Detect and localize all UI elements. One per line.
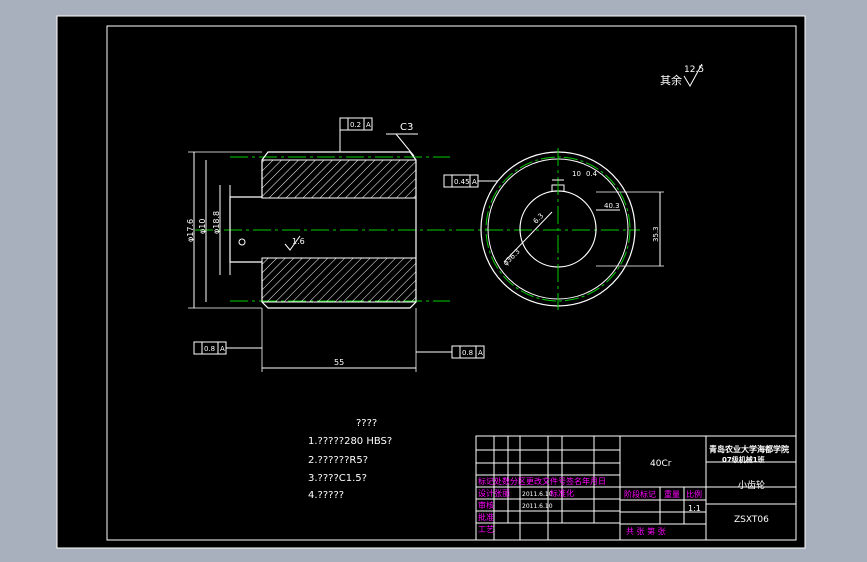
notes-line-4: 4.????? — [308, 490, 344, 501]
tb-row-label-3: 审核 — [478, 500, 494, 510]
drawing-sheet — [56, 15, 806, 549]
tb-scale: 1:1 — [688, 504, 701, 513]
tb-row-label-1: 标记处数分区更改文件号签名年月日 — [478, 476, 606, 486]
tb-stage: 阶段标记 — [624, 489, 656, 499]
keyway-depth-tol: 35.3 — [652, 226, 660, 242]
chamfer-label: C3 — [400, 122, 413, 133]
tolerance-br-value: 0.8 — [462, 349, 473, 357]
notes-line-2: 2.??????R5? — [308, 455, 368, 466]
tb-drawing-no: ZSXT06 — [734, 515, 769, 525]
keyway-width: 10 — [572, 170, 581, 178]
keyway-depth-radial: 40.3 — [604, 202, 620, 210]
tb-row-label-4: 工艺 — [478, 525, 494, 534]
tolerance-top-datum: A — [366, 121, 371, 129]
tb-dept: 07级机械1班 — [722, 455, 765, 464]
hatch-lower — [261, 257, 417, 303]
roughness-label: 其余 — [660, 73, 682, 87]
tb-row-label-2: 设计张丽 — [478, 488, 510, 498]
notes-line-1: 1.?????280 HBS? — [308, 436, 392, 447]
tb-check-date: 2011.6.10 — [522, 503, 553, 510]
dim-bore: φ10 — [198, 219, 207, 234]
tb-row-label-5: 批准 — [478, 512, 494, 522]
tolerance-bl-value: 0.8 — [204, 345, 215, 353]
tolerance-circle-datum: A — [472, 178, 477, 186]
tb-weight: 重量 — [664, 489, 680, 499]
keyway-tol: 0.4 — [586, 170, 598, 178]
tb-scale-label: 比例 — [686, 489, 702, 499]
tolerance-top-value: 0.2 — [350, 121, 361, 129]
tb-design-date: 2011.6.10 — [522, 491, 553, 498]
notes-heading: ???? — [356, 418, 377, 429]
tb-sheets: 共 张 第 张 — [626, 526, 666, 536]
hatch-upper — [261, 159, 417, 199]
cad-drawing-canvas: 其余 12.5 1.6 φ17.6 φ10 φ18.8 0.2 A C3 55 … — [56, 15, 806, 549]
tb-part-name: 小齿轮 — [738, 479, 765, 491]
notes-line-3: 3.????C1.5? — [308, 473, 367, 484]
tolerance-bl-datum: A — [220, 345, 225, 353]
tb-material: 40Cr — [650, 459, 672, 469]
dim-inner-recess: φ18.8 — [212, 211, 221, 234]
tb-school: 青岛农业大学海都学院 — [709, 444, 789, 454]
tolerance-br-datum: A — [478, 349, 483, 357]
dim-outer-diameter: φ17.6 — [186, 219, 195, 242]
tb-standard: 标准化 — [550, 488, 574, 498]
tolerance-circle-value: 0.45 — [454, 178, 470, 186]
dim-length: 55 — [334, 358, 344, 367]
